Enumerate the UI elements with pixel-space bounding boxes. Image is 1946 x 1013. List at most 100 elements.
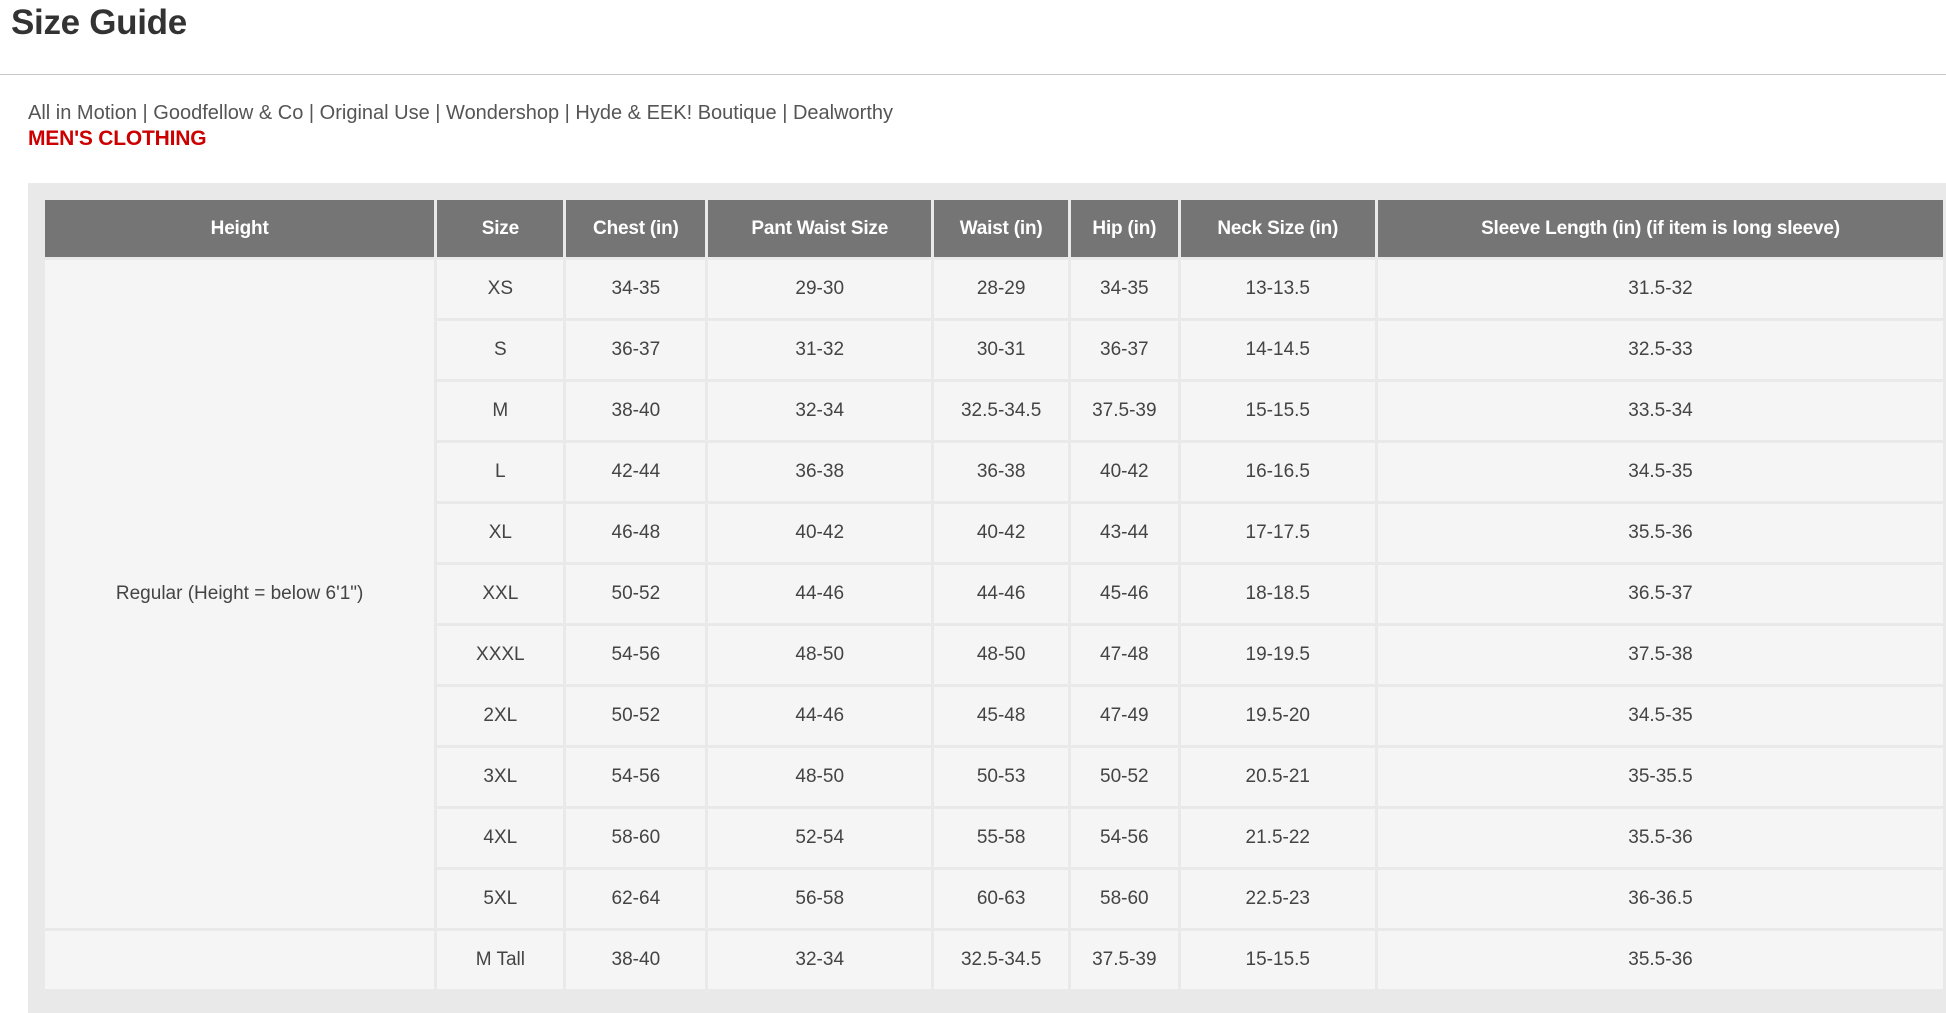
measurement-cell: 50-53 bbox=[934, 748, 1069, 806]
measurement-cell: 37.5-39 bbox=[1071, 382, 1178, 440]
measurement-cell: 37.5-39 bbox=[1071, 931, 1178, 989]
measurement-cell: 15-15.5 bbox=[1180, 382, 1375, 440]
measurement-cell: 52-54 bbox=[708, 809, 932, 867]
title-divider bbox=[0, 74, 1946, 75]
measurement-cell: 36-38 bbox=[708, 443, 932, 501]
measurement-cell: 28-29 bbox=[934, 260, 1069, 318]
measurement-cell: 13-13.5 bbox=[1180, 260, 1375, 318]
measurement-cell: 43-44 bbox=[1071, 504, 1178, 562]
measurement-cell: 48-50 bbox=[934, 626, 1069, 684]
size-guide-table: Height Size Chest (in) Pant Waist Size Waist… bbox=[42, 197, 1946, 992]
size-cell: M bbox=[437, 382, 564, 440]
measurement-cell: 40-42 bbox=[934, 504, 1069, 562]
brand-separator: | bbox=[564, 102, 570, 124]
brand-link[interactable]: Hyde & EEK! Boutique bbox=[575, 102, 776, 124]
measurement-cell: 34-35 bbox=[566, 260, 706, 318]
measurement-cell: 35.5-36 bbox=[1377, 809, 1943, 867]
measurement-cell: 50-52 bbox=[566, 565, 706, 623]
measurement-cell: 45-48 bbox=[934, 687, 1069, 745]
brand-link[interactable]: Goodfellow & Co bbox=[153, 102, 303, 124]
measurement-cell: 33.5-34 bbox=[1377, 382, 1943, 440]
measurement-cell: 37.5-38 bbox=[1377, 626, 1943, 684]
size-cell: 5XL bbox=[437, 870, 564, 928]
measurement-cell: 36-38 bbox=[934, 443, 1069, 501]
measurement-cell: 32-34 bbox=[708, 931, 932, 989]
measurement-cell: 46-48 bbox=[566, 504, 706, 562]
measurement-cell: 50-52 bbox=[1071, 748, 1178, 806]
table-row: M Tall 38-40 32-34 32.5-34.5 37.5-39 15-15.5 3… bbox=[45, 931, 1943, 989]
measurement-cell: 19.5-20 bbox=[1180, 687, 1375, 745]
measurement-cell: 48-50 bbox=[708, 626, 932, 684]
measurement-cell: 47-49 bbox=[1071, 687, 1178, 745]
measurement-cell: 54-56 bbox=[566, 626, 706, 684]
measurement-cell: 36.5-37 bbox=[1377, 565, 1943, 623]
measurement-cell: 60-63 bbox=[934, 870, 1069, 928]
measurement-cell: 47-48 bbox=[1071, 626, 1178, 684]
size-cell: L bbox=[437, 443, 564, 501]
brand-separator: | bbox=[142, 102, 148, 124]
column-header: Chest (in) bbox=[566, 200, 706, 257]
column-header: Height bbox=[45, 200, 435, 257]
brand-separator: | bbox=[308, 102, 315, 124]
size-cell: 4XL bbox=[437, 809, 564, 867]
measurement-cell: 35.5-36 bbox=[1377, 931, 1943, 989]
measurement-cell: 32.5-34.5 bbox=[934, 382, 1069, 440]
size-cell: S bbox=[437, 321, 564, 379]
measurement-cell: 55-58 bbox=[934, 809, 1069, 867]
measurement-cell: 45-46 bbox=[1071, 565, 1178, 623]
measurement-cell: 44-46 bbox=[708, 687, 932, 745]
height-group-cell: Regular (Height = below 6'1") bbox=[45, 260, 435, 928]
column-header: Sleeve Length (in) (if item is long slee… bbox=[1377, 200, 1943, 257]
measurement-cell: 16-16.5 bbox=[1180, 443, 1375, 501]
measurement-cell: 44-46 bbox=[934, 565, 1069, 623]
column-header: Size bbox=[437, 200, 564, 257]
column-header: Waist (in) bbox=[934, 200, 1069, 257]
measurement-cell: 54-56 bbox=[566, 748, 706, 806]
measurement-cell: 30-31 bbox=[934, 321, 1069, 379]
measurement-cell: 14-14.5 bbox=[1180, 321, 1375, 379]
measurement-cell: 31-32 bbox=[708, 321, 932, 379]
measurement-cell: 54-56 bbox=[1071, 809, 1178, 867]
measurement-cell: 38-40 bbox=[566, 931, 706, 989]
measurement-cell: 35.5-36 bbox=[1377, 504, 1943, 562]
size-cell: XL bbox=[437, 504, 564, 562]
measurement-cell: 56-58 bbox=[708, 870, 932, 928]
measurement-cell: 31.5-32 bbox=[1377, 260, 1943, 318]
size-cell: XS bbox=[437, 260, 564, 318]
brand-link[interactable]: Dealworthy bbox=[793, 102, 893, 124]
measurement-cell: 40-42 bbox=[1071, 443, 1178, 501]
measurement-cell: 18-18.5 bbox=[1180, 565, 1375, 623]
measurement-cell: 42-44 bbox=[566, 443, 706, 501]
measurement-cell: 29-30 bbox=[708, 260, 932, 318]
measurement-cell: 21.5-22 bbox=[1180, 809, 1375, 867]
brand-links: All in Motion | Goodfellow & Co | Origin… bbox=[28, 100, 893, 126]
measurement-cell: 34.5-35 bbox=[1377, 443, 1943, 501]
measurement-cell: 15-15.5 bbox=[1180, 931, 1375, 989]
measurement-cell: 36-37 bbox=[1071, 321, 1178, 379]
measurement-cell: 62-64 bbox=[566, 870, 706, 928]
measurement-cell: 17-17.5 bbox=[1180, 504, 1375, 562]
measurement-cell: 20.5-21 bbox=[1180, 748, 1375, 806]
table-header-row: Height Size Chest (in) Pant Waist Size Waist… bbox=[45, 200, 1943, 257]
measurement-cell: 32-34 bbox=[708, 382, 932, 440]
measurement-cell: 34-35 bbox=[1071, 260, 1178, 318]
size-cell: M Tall bbox=[437, 931, 564, 989]
brand-separator: | bbox=[435, 102, 441, 124]
brand-link[interactable]: Wondershop bbox=[446, 102, 559, 124]
measurement-cell: 58-60 bbox=[1071, 870, 1178, 928]
size-cell: 3XL bbox=[437, 748, 564, 806]
brand-link[interactable]: Original Use bbox=[320, 102, 430, 124]
measurement-cell: 32.5-34.5 bbox=[934, 931, 1069, 989]
size-cell: 2XL bbox=[437, 687, 564, 745]
measurement-cell: 34.5-35 bbox=[1377, 687, 1943, 745]
measurement-cell: 48-50 bbox=[708, 748, 932, 806]
height-group-cell bbox=[45, 931, 435, 989]
column-header: Pant Waist Size bbox=[708, 200, 932, 257]
page-title: Size Guide bbox=[11, 3, 187, 42]
measurement-cell: 50-52 bbox=[566, 687, 706, 745]
brand-link[interactable]: All in Motion bbox=[28, 102, 137, 124]
section-heading: MEN'S CLOTHING bbox=[28, 127, 207, 150]
measurement-cell: 19-19.5 bbox=[1180, 626, 1375, 684]
measurement-cell: 22.5-23 bbox=[1180, 870, 1375, 928]
measurement-cell: 40-42 bbox=[708, 504, 932, 562]
